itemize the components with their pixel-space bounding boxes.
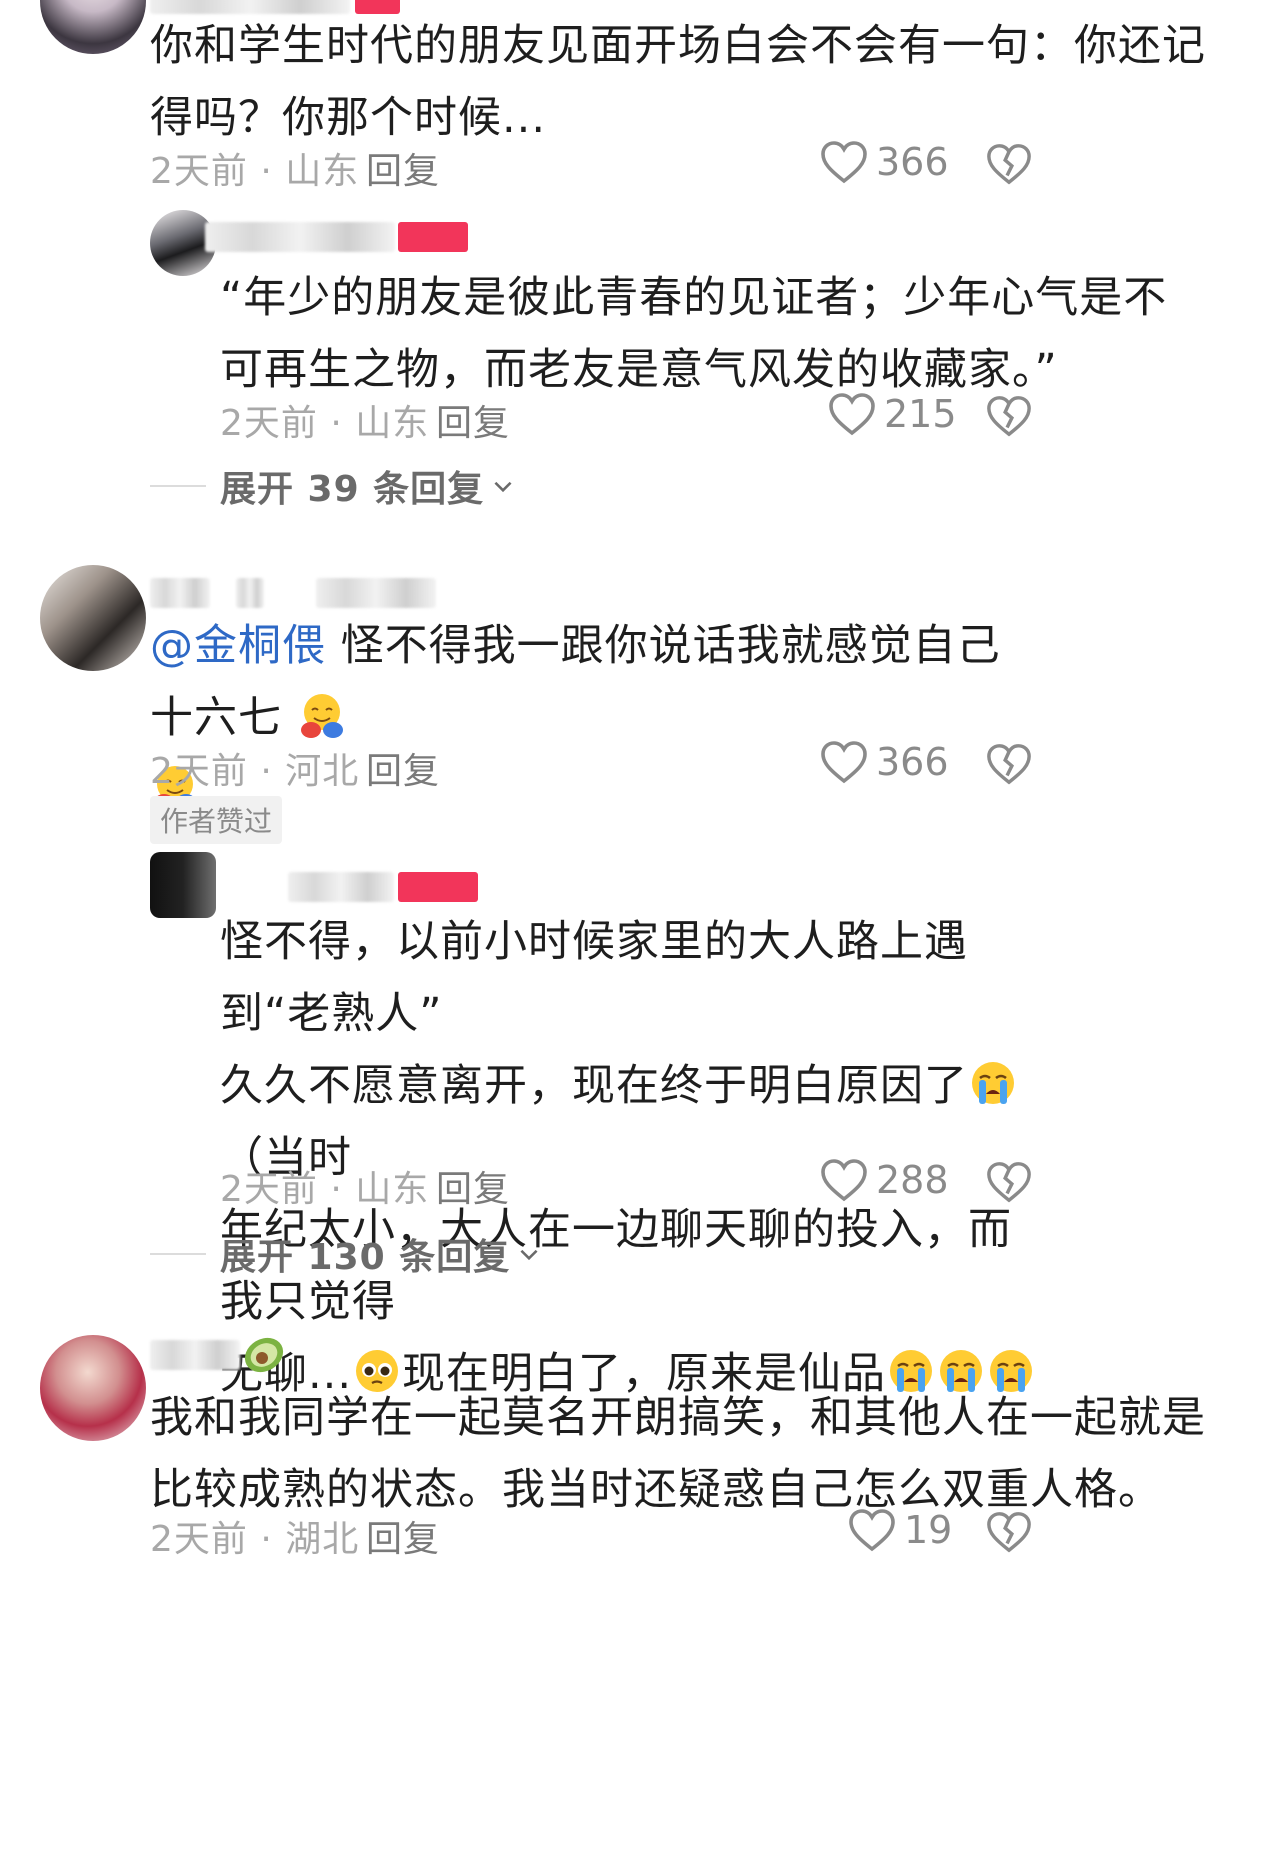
chevron-down-icon: [494, 481, 512, 493]
comment-line: @金桐偎 怪不得我一跟你说话我就感觉自己十六七: [150, 610, 1030, 754]
loudly-crying-face-emoji: [972, 1062, 1014, 1104]
avatar[interactable]: [40, 565, 146, 671]
like-count: 366: [876, 740, 949, 784]
broken-heart-icon: [987, 396, 1031, 437]
like-button[interactable]: 288: [820, 1158, 949, 1202]
like-button[interactable]: 19: [848, 1508, 952, 1552]
broken-heart-icon: [987, 1512, 1031, 1553]
comment-meta: 2天前 · 河北: [150, 751, 360, 792]
comment-line: 你和学生时代的朋友见面开场白会不会有一句：你还记: [150, 21, 1206, 71]
avatar[interactable]: [40, 0, 146, 54]
like-count: 215: [884, 392, 957, 436]
avatar[interactable]: [40, 1335, 146, 1441]
comment-line: 我和我同学在一起莫名开朗搞笑，和其他人在一起就是: [150, 1393, 1206, 1443]
hugging-face-emoji: [300, 694, 343, 738]
user-tag: [398, 872, 478, 902]
reply-button[interactable]: 回复: [366, 142, 440, 194]
reply-button[interactable]: 回复: [436, 394, 510, 446]
dislike-button[interactable]: [986, 394, 1032, 442]
comment-meta: 2天前 · 山东: [220, 1169, 430, 1210]
username-blurred[interactable]: [288, 872, 394, 902]
reply-text: “年少的朋友是彼此青春的见证者；少年心气是不 可再生之物，而老友是意气风发的收藏…: [220, 262, 1167, 406]
heart-outline-icon: [821, 741, 867, 784]
divider: [150, 1253, 206, 1255]
username-blurred[interactable]: [150, 578, 210, 608]
username-blurred: [236, 578, 264, 608]
comment-line: 怪不得，以前小时候家里的大人路上遇到“老熟人”: [220, 906, 1040, 1050]
comment-line-text: 久久不愿意离开，现在终于明白原因了: [220, 1061, 968, 1111]
broken-heart-icon: [987, 144, 1031, 185]
heart-outline-icon: [849, 1509, 895, 1552]
avocado-emoji: [244, 1337, 284, 1373]
comment-line: “年少的朋友是彼此青春的见证者；少年心气是不: [220, 273, 1168, 323]
like-button[interactable]: 215: [828, 392, 957, 436]
avatar[interactable]: [150, 852, 216, 918]
expand-replies-button[interactable]: 展开 130 条回复: [150, 1228, 542, 1280]
reply-button[interactable]: 回复: [366, 1510, 440, 1562]
divider: [150, 485, 206, 487]
expand-label: 展开 130 条回复: [220, 1237, 511, 1278]
like-count: 288: [876, 1158, 949, 1202]
expand-replies-button[interactable]: 展开 39 条回复: [150, 460, 516, 512]
dislike-button[interactable]: [986, 742, 1032, 790]
comment-meta: 2天前 · 湖北: [150, 1519, 360, 1560]
username-blurred[interactable]: [150, 1340, 240, 1370]
username-blurred: [316, 578, 436, 608]
comment-text: 我和我同学在一起莫名开朗搞笑，和其他人在一起就是 比较成熟的状态。我当时还疑惑自…: [150, 1382, 1206, 1526]
like-button[interactable]: 366: [820, 140, 949, 184]
like-button[interactable]: 366: [820, 740, 949, 784]
chevron-down-icon: [520, 1249, 538, 1261]
user-tag: [398, 222, 468, 252]
dislike-button[interactable]: [986, 142, 1032, 190]
comment-meta: 2天前 · 山东: [220, 403, 430, 444]
heart-outline-icon: [829, 393, 875, 436]
expand-label: 展开 39 条回复: [220, 469, 485, 510]
username-blurred[interactable]: [205, 222, 395, 252]
like-count: 366: [876, 140, 949, 184]
broken-heart-icon: [987, 1162, 1031, 1203]
reply-button[interactable]: 回复: [366, 742, 440, 794]
heart-outline-icon: [821, 141, 867, 184]
author-liked-badge: 作者赞过: [150, 796, 283, 844]
comment-meta: 2天前 · 山东: [150, 151, 360, 192]
mention-link[interactable]: @金桐偎: [150, 621, 326, 671]
heart-outline-icon: [821, 1159, 867, 1202]
like-count: 19: [904, 1508, 953, 1552]
comment-text: 你和学生时代的朋友见面开场白会不会有一句：你还记 得吗？你那个时候...: [150, 10, 1206, 154]
reply-button[interactable]: 回复: [436, 1160, 510, 1212]
comment-line-text: 怪不得，以前小时候家里的大人路上遇到“老熟人”: [220, 917, 968, 1039]
broken-heart-icon: [987, 744, 1031, 785]
dislike-button[interactable]: [986, 1510, 1032, 1558]
dislike-button[interactable]: [986, 1160, 1032, 1208]
